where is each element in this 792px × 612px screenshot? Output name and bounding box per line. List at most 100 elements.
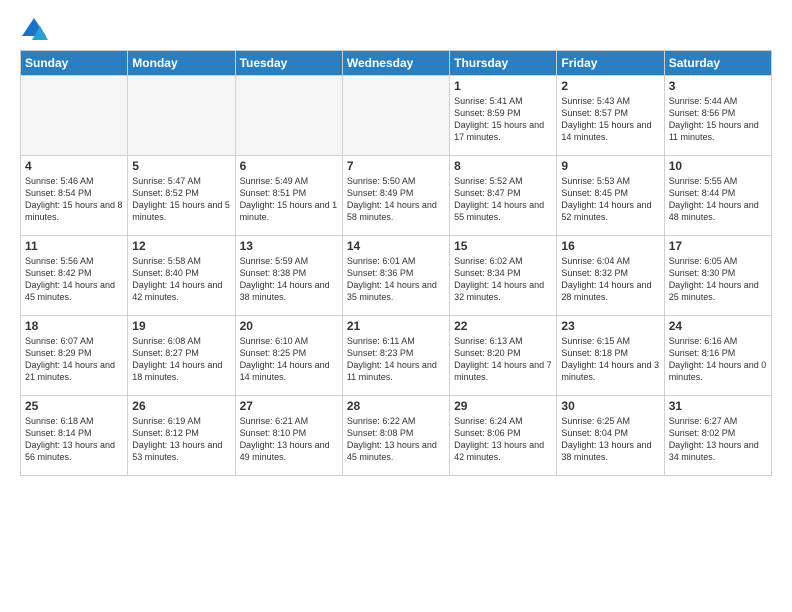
day-info: Sunrise: 5:43 AMSunset: 8:57 PMDaylight:… bbox=[561, 95, 659, 144]
day-number: 23 bbox=[561, 319, 659, 333]
calendar-week-4: 18 Sunrise: 6:07 AMSunset: 8:29 PMDayligh… bbox=[21, 316, 772, 396]
calendar-cell: 30 Sunrise: 6:25 AMSunset: 8:04 PMDayligh… bbox=[557, 396, 664, 476]
day-info: Sunrise: 6:10 AMSunset: 8:25 PMDaylight:… bbox=[240, 335, 338, 384]
calendar-week-5: 25Sunrise: 6:18 AMSunset: 8:14 PMDayligh… bbox=[21, 396, 772, 476]
day-info: Sunrise: 5:56 AMSunset: 8:42 PMDaylight:… bbox=[25, 255, 123, 304]
day-number: 24 bbox=[669, 319, 767, 333]
day-info: Sunrise: 5:41 AMSunset: 8:59 PMDaylight:… bbox=[454, 95, 552, 144]
day-number: 1 bbox=[454, 79, 552, 93]
day-info: Sunrise: 6:07 AMSunset: 8:29 PMDaylight:… bbox=[25, 335, 123, 384]
day-number: 5 bbox=[132, 159, 230, 173]
calendar-header-tuesday: Tuesday bbox=[235, 51, 342, 76]
day-info: Sunrise: 6:04 AMSunset: 8:32 PMDaylight:… bbox=[561, 255, 659, 304]
day-info: Sunrise: 6:01 AMSunset: 8:36 PMDaylight:… bbox=[347, 255, 445, 304]
calendar-cell: 4 Sunrise: 5:46 AMSunset: 8:54 PMDaylight… bbox=[21, 156, 128, 236]
day-info: Sunrise: 5:58 AMSunset: 8:40 PMDaylight:… bbox=[132, 255, 230, 304]
day-number: 4 bbox=[25, 159, 123, 173]
day-info: Sunrise: 6:18 AMSunset: 8:14 PMDaylight:… bbox=[25, 415, 123, 464]
day-info: Sunrise: 5:55 AMSunset: 8:44 PMDaylight:… bbox=[669, 175, 767, 224]
day-info: Sunrise: 5:50 AMSunset: 8:49 PMDaylight:… bbox=[347, 175, 445, 224]
day-info: Sunrise: 6:11 AMSunset: 8:23 PMDaylight:… bbox=[347, 335, 445, 384]
day-info: Sunrise: 6:19 AMSunset: 8:12 PMDaylight:… bbox=[132, 415, 230, 464]
calendar-cell bbox=[128, 76, 235, 156]
calendar-week-1: 1 Sunrise: 5:41 AMSunset: 8:59 PMDaylight… bbox=[21, 76, 772, 156]
day-info: Sunrise: 5:44 AMSunset: 8:56 PMDaylight:… bbox=[669, 95, 767, 144]
calendar-cell: 2Sunrise: 5:43 AMSunset: 8:57 PMDaylight… bbox=[557, 76, 664, 156]
day-number: 8 bbox=[454, 159, 552, 173]
calendar-cell: 21 Sunrise: 6:11 AMSunset: 8:23 PMDayligh… bbox=[342, 316, 449, 396]
day-number: 15 bbox=[454, 239, 552, 253]
calendar-header-friday: Friday bbox=[557, 51, 664, 76]
calendar-cell: 29Sunrise: 6:24 AMSunset: 8:06 PMDayligh… bbox=[450, 396, 557, 476]
calendar-cell: 7 Sunrise: 5:50 AMSunset: 8:49 PMDaylight… bbox=[342, 156, 449, 236]
day-number: 17 bbox=[669, 239, 767, 253]
day-number: 9 bbox=[561, 159, 659, 173]
calendar-cell: 5 Sunrise: 5:47 AMSunset: 8:52 PMDaylight… bbox=[128, 156, 235, 236]
calendar-cell: 19 Sunrise: 6:08 AMSunset: 8:27 PMDayligh… bbox=[128, 316, 235, 396]
day-info: Sunrise: 5:53 AMSunset: 8:45 PMDaylight:… bbox=[561, 175, 659, 224]
day-number: 28 bbox=[347, 399, 445, 413]
day-number: 3 bbox=[669, 79, 767, 93]
calendar-cell: 23 Sunrise: 6:15 AMSunset: 8:18 PMDayligh… bbox=[557, 316, 664, 396]
day-number: 11 bbox=[25, 239, 123, 253]
calendar-cell: 22 Sunrise: 6:13 AMSunset: 8:20 PMDayligh… bbox=[450, 316, 557, 396]
calendar-week-2: 4 Sunrise: 5:46 AMSunset: 8:54 PMDaylight… bbox=[21, 156, 772, 236]
day-info: Sunrise: 6:21 AMSunset: 8:10 PMDaylight:… bbox=[240, 415, 338, 464]
calendar-cell: 17 Sunrise: 6:05 AMSunset: 8:30 PMDayligh… bbox=[664, 236, 771, 316]
day-number: 6 bbox=[240, 159, 338, 173]
calendar-header-sunday: Sunday bbox=[21, 51, 128, 76]
logo bbox=[20, 16, 52, 44]
day-info: Sunrise: 6:02 AMSunset: 8:34 PMDaylight:… bbox=[454, 255, 552, 304]
day-number: 31 bbox=[669, 399, 767, 413]
day-info: Sunrise: 5:59 AMSunset: 8:38 PMDaylight:… bbox=[240, 255, 338, 304]
calendar-cell: 24Sunrise: 6:16 AMSunset: 8:16 PMDayligh… bbox=[664, 316, 771, 396]
day-number: 20 bbox=[240, 319, 338, 333]
calendar-cell: 16 Sunrise: 6:04 AMSunset: 8:32 PMDayligh… bbox=[557, 236, 664, 316]
day-info: Sunrise: 6:27 AMSunset: 8:02 PMDaylight:… bbox=[669, 415, 767, 464]
calendar-header-thursday: Thursday bbox=[450, 51, 557, 76]
day-info: Sunrise: 6:08 AMSunset: 8:27 PMDaylight:… bbox=[132, 335, 230, 384]
calendar-cell bbox=[342, 76, 449, 156]
day-info: Sunrise: 6:13 AMSunset: 8:20 PMDaylight:… bbox=[454, 335, 552, 384]
day-info: Sunrise: 6:05 AMSunset: 8:30 PMDaylight:… bbox=[669, 255, 767, 304]
calendar-cell: 3 Sunrise: 5:44 AMSunset: 8:56 PMDaylight… bbox=[664, 76, 771, 156]
calendar-cell: 13Sunrise: 5:59 AMSunset: 8:38 PMDayligh… bbox=[235, 236, 342, 316]
calendar-cell bbox=[21, 76, 128, 156]
calendar-header-wednesday: Wednesday bbox=[342, 51, 449, 76]
day-info: Sunrise: 6:15 AMSunset: 8:18 PMDaylight:… bbox=[561, 335, 659, 384]
day-number: 30 bbox=[561, 399, 659, 413]
day-number: 19 bbox=[132, 319, 230, 333]
calendar-cell: 20 Sunrise: 6:10 AMSunset: 8:25 PMDayligh… bbox=[235, 316, 342, 396]
day-number: 14 bbox=[347, 239, 445, 253]
calendar-cell: 25Sunrise: 6:18 AMSunset: 8:14 PMDayligh… bbox=[21, 396, 128, 476]
day-number: 22 bbox=[454, 319, 552, 333]
calendar-cell: 12 Sunrise: 5:58 AMSunset: 8:40 PMDayligh… bbox=[128, 236, 235, 316]
calendar-cell: 28Sunrise: 6:22 AMSunset: 8:08 PMDayligh… bbox=[342, 396, 449, 476]
calendar-cell: 10Sunrise: 5:55 AMSunset: 8:44 PMDayligh… bbox=[664, 156, 771, 236]
day-info: Sunrise: 6:25 AMSunset: 8:04 PMDaylight:… bbox=[561, 415, 659, 464]
calendar-cell: 18 Sunrise: 6:07 AMSunset: 8:29 PMDayligh… bbox=[21, 316, 128, 396]
day-number: 29 bbox=[454, 399, 552, 413]
day-number: 16 bbox=[561, 239, 659, 253]
day-number: 27 bbox=[240, 399, 338, 413]
page: SundayMondayTuesdayWednesdayThursdayFrid… bbox=[0, 0, 792, 486]
calendar-cell: 31 Sunrise: 6:27 AMSunset: 8:02 PMDayligh… bbox=[664, 396, 771, 476]
calendar-header-saturday: Saturday bbox=[664, 51, 771, 76]
day-number: 7 bbox=[347, 159, 445, 173]
calendar-cell: 11 Sunrise: 5:56 AMSunset: 8:42 PMDayligh… bbox=[21, 236, 128, 316]
calendar-cell: 6 Sunrise: 5:49 AMSunset: 8:51 PMDaylight… bbox=[235, 156, 342, 236]
day-number: 18 bbox=[25, 319, 123, 333]
calendar-cell: 27 Sunrise: 6:21 AMSunset: 8:10 PMDayligh… bbox=[235, 396, 342, 476]
day-info: Sunrise: 5:49 AMSunset: 8:51 PMDaylight:… bbox=[240, 175, 338, 224]
day-info: Sunrise: 5:46 AMSunset: 8:54 PMDaylight:… bbox=[25, 175, 123, 224]
day-number: 12 bbox=[132, 239, 230, 253]
day-info: Sunrise: 5:52 AMSunset: 8:47 PMDaylight:… bbox=[454, 175, 552, 224]
day-info: Sunrise: 5:47 AMSunset: 8:52 PMDaylight:… bbox=[132, 175, 230, 224]
day-number: 21 bbox=[347, 319, 445, 333]
calendar-week-3: 11 Sunrise: 5:56 AMSunset: 8:42 PMDayligh… bbox=[21, 236, 772, 316]
logo-icon bbox=[20, 16, 48, 44]
header bbox=[20, 16, 772, 44]
calendar-header-monday: Monday bbox=[128, 51, 235, 76]
calendar-cell: 8 Sunrise: 5:52 AMSunset: 8:47 PMDaylight… bbox=[450, 156, 557, 236]
calendar-header-row: SundayMondayTuesdayWednesdayThursdayFrid… bbox=[21, 51, 772, 76]
